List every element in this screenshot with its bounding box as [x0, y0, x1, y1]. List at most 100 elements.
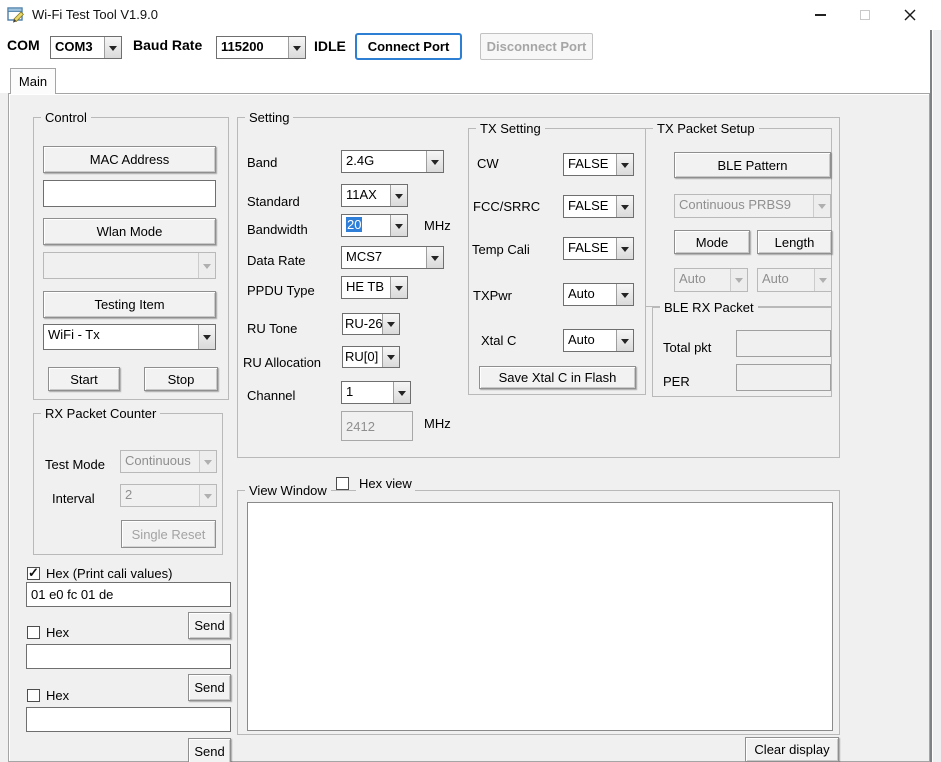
testing-item-button[interactable]: Testing Item — [43, 291, 216, 318]
hex-input-2[interactable] — [26, 644, 231, 669]
bandwidth-select[interactable]: 20 — [341, 214, 408, 237]
view-window-textarea[interactable] — [247, 502, 833, 731]
chevron-down-icon[interactable] — [616, 330, 633, 351]
chevron-down-icon[interactable] — [426, 247, 443, 268]
mac-address-input[interactable] — [43, 180, 216, 207]
chevron-down-icon[interactable] — [390, 185, 407, 206]
disconnect-port-button: Disconnect Port — [480, 33, 593, 60]
per-field — [736, 364, 831, 391]
ble-rx-packet-group-title: BLE RX Packet — [660, 300, 758, 315]
testing-item-select[interactable]: WiFi - Tx — [43, 324, 216, 350]
standard-value: 11AX — [342, 185, 390, 206]
chevron-down-icon[interactable] — [104, 37, 121, 58]
chevron-down-icon[interactable] — [393, 382, 410, 403]
chevron-down-icon[interactable] — [382, 314, 399, 334]
com-label: COM — [7, 37, 40, 53]
ble-pattern-value: Continuous PRBS9 — [675, 195, 813, 217]
standard-label: Standard — [247, 194, 300, 209]
xtal-c-select[interactable]: Auto — [563, 329, 634, 352]
tx-packet-setup-group-title: TX Packet Setup — [653, 121, 759, 136]
close-icon — [904, 9, 916, 21]
clear-display-button[interactable]: Clear display — [745, 737, 839, 762]
band-select[interactable]: 2.4G — [341, 150, 444, 173]
temp-cali-select[interactable]: FALSE — [563, 237, 634, 260]
chevron-down-icon — [730, 269, 747, 291]
ru-tone-select[interactable]: RU-26 — [342, 313, 400, 335]
send-button-1[interactable]: Send — [188, 612, 231, 639]
chevron-down-icon — [199, 485, 216, 506]
ppdu-type-label: PPDU Type — [247, 283, 315, 298]
standard-select[interactable]: 11AX — [341, 184, 408, 207]
test-mode-select: Continuous — [120, 450, 217, 473]
chevron-down-icon[interactable] — [390, 277, 407, 298]
ru-allocation-select[interactable]: RU[0] — [342, 346, 400, 368]
ppdu-type-select[interactable]: HE TB — [341, 276, 408, 299]
com-port-select[interactable]: COM3 — [50, 36, 122, 59]
minimize-icon — [815, 14, 826, 16]
ble-pattern-select: Continuous PRBS9 — [674, 194, 831, 218]
wlan-mode-button[interactable]: Wlan Mode — [43, 218, 216, 245]
txpwr-select[interactable]: Auto — [563, 283, 634, 306]
hex-print-cali-checkbox[interactable] — [27, 567, 40, 580]
data-rate-select[interactable]: MCS7 — [341, 246, 444, 269]
chevron-down-icon[interactable] — [616, 154, 633, 175]
app-window: Wi-Fi Test Tool V1.9.0 COM COM3 Baud Rat… — [0, 0, 941, 762]
titlebar: Wi-Fi Test Tool V1.9.0 — [0, 0, 941, 30]
ble-pattern-button[interactable]: BLE Pattern — [674, 152, 831, 178]
per-label: PER — [663, 374, 690, 389]
chevron-down-icon[interactable] — [288, 37, 305, 58]
close-button[interactable] — [888, 0, 932, 30]
chevron-down-icon — [814, 269, 831, 291]
minimize-button[interactable] — [798, 0, 842, 30]
chevron-down-icon[interactable] — [198, 325, 215, 349]
stop-button[interactable]: Stop — [144, 367, 218, 391]
window-right-frame — [930, 30, 941, 762]
bandwidth-label: Bandwidth — [247, 222, 308, 237]
txpwr-value: Auto — [564, 284, 616, 305]
frequency-field — [341, 411, 413, 441]
view-window-group-title: View Window — [245, 483, 331, 498]
chevron-down-icon[interactable] — [616, 284, 633, 305]
data-rate-value: MCS7 — [342, 247, 426, 268]
length-button[interactable]: Length — [757, 230, 832, 254]
cw-select[interactable]: FALSE — [563, 153, 634, 176]
channel-select[interactable]: 1 — [341, 381, 411, 404]
channel-label: Channel — [247, 388, 295, 403]
save-xtal-c-button[interactable]: Save Xtal C in Flash — [479, 366, 636, 389]
send-button-3[interactable]: Send — [188, 738, 231, 762]
setting-group-title: Setting — [245, 110, 293, 125]
hex-print-cali-label: Hex (Print cali values) — [46, 566, 172, 581]
hex-input-3[interactable] — [26, 707, 231, 732]
chevron-down-icon[interactable] — [426, 151, 443, 172]
test-mode-value: Continuous — [121, 451, 199, 472]
interval-value: 2 — [121, 485, 199, 506]
fcc-srrc-label: FCC/SRRC — [473, 199, 540, 214]
fcc-srrc-select[interactable]: FALSE — [563, 195, 634, 218]
hex-view-checkbox[interactable] — [336, 477, 349, 490]
hex-view-label: Hex view — [356, 476, 415, 491]
interval-label: Interval — [52, 491, 95, 506]
mac-address-button[interactable]: MAC Address — [43, 146, 216, 173]
chevron-down-icon — [813, 195, 830, 217]
hex-checkbox-3[interactable] — [27, 689, 40, 702]
tab-main[interactable]: Main — [10, 68, 56, 94]
baud-rate-select[interactable]: 115200 — [216, 36, 306, 59]
send-button-2[interactable]: Send — [188, 674, 231, 701]
hex-input-1[interactable] — [26, 582, 231, 607]
connect-port-button[interactable]: Connect Port — [355, 33, 462, 60]
chevron-down-icon[interactable] — [390, 215, 407, 236]
baud-rate-label: Baud Rate — [133, 37, 202, 53]
mode-value: Auto — [675, 269, 730, 291]
control-group-title: Control — [41, 110, 91, 125]
chevron-down-icon[interactable] — [616, 196, 633, 217]
mode-button[interactable]: Mode — [674, 230, 750, 254]
maximize-icon — [860, 10, 870, 20]
app-icon — [7, 6, 25, 24]
start-button[interactable]: Start — [48, 367, 120, 391]
ru-tone-value: RU-26 — [343, 314, 382, 334]
band-value: 2.4G — [342, 151, 426, 172]
chevron-down-icon[interactable] — [616, 238, 633, 259]
hex-checkbox-2[interactable] — [27, 626, 40, 639]
chevron-down-icon[interactable] — [382, 347, 399, 367]
chevron-down-icon — [198, 253, 215, 278]
